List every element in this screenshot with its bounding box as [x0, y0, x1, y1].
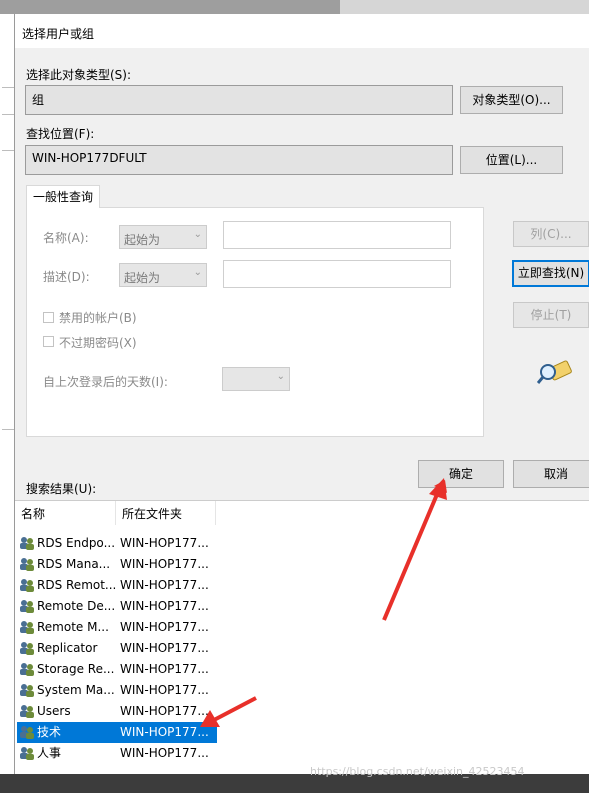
search-results-label: 搜索结果(U):	[26, 482, 97, 496]
group-icon	[20, 726, 34, 739]
panel-divider	[2, 150, 14, 151]
stop-button[interactable]: 停止(T)	[513, 302, 589, 328]
row-name: Replicator	[37, 641, 98, 655]
name-match-value: 起始为	[124, 233, 161, 247]
object-type-field: 组	[25, 85, 453, 115]
table-row[interactable]: Users WIN-HOP177...	[17, 701, 217, 722]
row-name: Users	[37, 704, 71, 718]
columns-button[interactable]: 列(C)...	[513, 221, 589, 247]
group-icon	[20, 747, 34, 760]
column-header-folder[interactable]: 所在文件夹	[122, 503, 182, 525]
row-name: RDS Mana...	[37, 557, 111, 571]
table-row[interactable]: Storage Re... WIN-HOP177...	[17, 659, 217, 680]
column-header-name[interactable]: 名称	[21, 503, 45, 525]
row-folder: WIN-HOP177...	[120, 725, 209, 739]
chevron-down-icon: ⌄	[276, 371, 285, 382]
row-folder: WIN-HOP177...	[120, 620, 209, 634]
days-since-login-label: 自上次登录后的天数(I):	[43, 375, 168, 389]
location-label: 查找位置(F):	[26, 127, 95, 141]
row-folder: WIN-HOP177...	[120, 704, 209, 718]
name-label: 名称(A):	[43, 231, 89, 245]
disabled-accounts-label: 禁用的帐户(B)	[59, 311, 137, 325]
cancel-button[interactable]: 取消	[513, 460, 589, 488]
table-row[interactable]: 技术 WIN-HOP177...	[17, 722, 217, 743]
description-input[interactable]	[223, 260, 451, 288]
table-row[interactable]: Replicator WIN-HOP177...	[17, 638, 217, 659]
search-results-list[interactable]: 名称 所在文件夹 RDS Endpo... WIN-HOP177... RDS Ma…	[15, 500, 589, 775]
background-left-panel	[0, 14, 15, 774]
row-folder: WIN-HOP177...	[120, 683, 209, 697]
ok-button[interactable]: 确定	[418, 460, 504, 488]
group-icon	[20, 663, 34, 676]
row-name: Remote De...	[37, 599, 116, 613]
description-match-value: 起始为	[124, 271, 161, 285]
background-window-strip	[0, 0, 589, 14]
column-separator[interactable]	[115, 501, 116, 525]
dialog-title: 选择用户或组	[22, 27, 95, 41]
disabled-accounts-checkbox[interactable]	[43, 312, 54, 323]
row-folder: WIN-HOP177...	[120, 578, 209, 592]
column-separator[interactable]	[215, 501, 216, 525]
row-folder: WIN-HOP177...	[120, 599, 209, 613]
group-icon	[20, 558, 34, 571]
row-name: Storage Re...	[37, 662, 115, 676]
table-row[interactable]: 人事 WIN-HOP177...	[17, 743, 217, 764]
name-match-combo[interactable]: 起始为 ⌄	[119, 225, 207, 249]
table-row[interactable]: RDS Endpo... WIN-HOP177...	[17, 533, 217, 554]
group-icon	[20, 600, 34, 613]
name-input[interactable]	[223, 221, 451, 249]
table-row[interactable]: System Ma... WIN-HOP177...	[17, 680, 217, 701]
row-name: Remote M...	[37, 620, 109, 634]
group-icon	[20, 642, 34, 655]
description-label: 描述(D):	[43, 270, 90, 284]
row-name: RDS Endpo...	[37, 536, 116, 550]
select-users-groups-dialog: 选择用户或组 选择此对象类型(S): 组 对象类型(O)... 查找位置(F):…	[14, 14, 589, 775]
table-row[interactable]: Remote De... WIN-HOP177...	[17, 596, 217, 617]
row-folder: WIN-HOP177...	[120, 746, 209, 760]
tab-general-query[interactable]: 一般性查询	[26, 185, 100, 208]
find-now-button[interactable]: 立即查找(N)	[512, 260, 589, 287]
group-icon	[20, 621, 34, 634]
panel-divider	[2, 114, 14, 115]
row-folder: WIN-HOP177...	[120, 536, 209, 550]
days-since-login-combo[interactable]: ⌄	[222, 367, 290, 391]
general-query-panel: 名称(A): 起始为 ⌄ 描述(D): 起始为 ⌄ 禁用的帐户(B) 不过期密码…	[26, 207, 484, 437]
chevron-down-icon: ⌄	[193, 229, 202, 240]
row-folder: WIN-HOP177...	[120, 557, 209, 571]
table-row[interactable]: RDS Mana... WIN-HOP177...	[17, 554, 217, 575]
locations-button[interactable]: 位置(L)...	[460, 146, 563, 174]
group-icon	[20, 537, 34, 550]
group-icon	[20, 579, 34, 592]
table-row[interactable]: RDS Remot... WIN-HOP177...	[17, 575, 217, 596]
non-expiring-password-checkbox[interactable]	[43, 336, 54, 347]
panel-divider	[2, 87, 14, 88]
row-folder: WIN-HOP177...	[120, 641, 209, 655]
table-row[interactable]: Remote M... WIN-HOP177...	[17, 617, 217, 638]
group-icon	[20, 684, 34, 697]
search-magnifier-icon	[537, 360, 572, 384]
object-types-button[interactable]: 对象类型(O)...	[460, 86, 563, 114]
row-name: 技术	[37, 725, 62, 739]
description-match-combo[interactable]: 起始为 ⌄	[119, 263, 207, 287]
row-name: System Ma...	[37, 683, 115, 697]
non-expiring-password-label: 不过期密码(X)	[59, 336, 137, 350]
watermark: https://blog.csdn.net/weixin_42523454	[310, 765, 525, 778]
row-folder: WIN-HOP177...	[120, 662, 209, 676]
dialog-titlebar: 选择用户或组	[15, 14, 589, 48]
object-type-label: 选择此对象类型(S):	[26, 68, 132, 82]
row-name: RDS Remot...	[37, 578, 116, 592]
chevron-down-icon: ⌄	[193, 267, 202, 278]
row-name: 人事	[37, 746, 62, 760]
background-window-bar	[0, 0, 340, 14]
group-icon	[20, 705, 34, 718]
location-field: WIN-HOP177DFULT	[25, 145, 453, 175]
panel-divider	[2, 429, 14, 430]
